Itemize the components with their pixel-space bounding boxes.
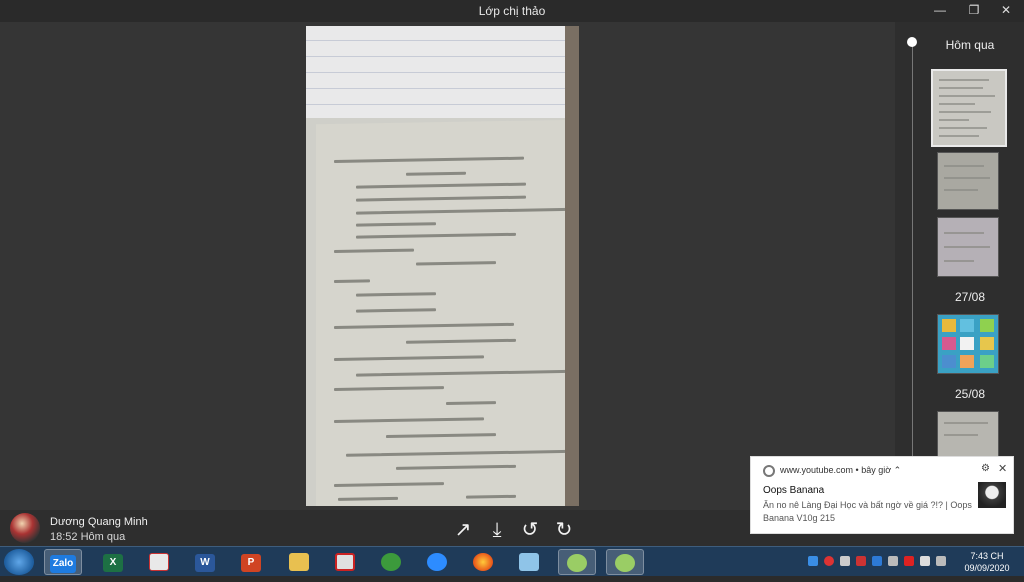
- gear-icon[interactable]: ⚙: [981, 463, 990, 474]
- unikey-tray-icon[interactable]: [904, 556, 914, 566]
- windows-start-icon[interactable]: [4, 549, 34, 575]
- zalo-tray-icon[interactable]: [808, 556, 818, 566]
- rotate-left-icon[interactable]: ↺: [518, 518, 542, 542]
- window-title: Lớp chị thảo: [478, 4, 546, 18]
- system-tray: [806, 553, 952, 571]
- taskbar-app-zalo[interactable]: Zalo: [44, 549, 82, 575]
- restore-icon[interactable]: ❐: [958, 0, 990, 22]
- group-label-yesterday: Hôm qua: [945, 38, 995, 52]
- printer-tray-icon[interactable]: [920, 556, 930, 566]
- thumbnail-item[interactable]: [937, 314, 999, 374]
- taskbar-app-paint[interactable]: [140, 549, 178, 575]
- photo-image[interactable]: [306, 26, 579, 506]
- taskbar-app-zoom[interactable]: [418, 549, 456, 575]
- notification-body: Ăn no nê Làng Đại Học và bất ngờ về giá …: [763, 500, 972, 523]
- clock-date: 09/09/2020: [964, 563, 1010, 573]
- avatar[interactable]: [10, 513, 40, 543]
- thumbnail-item[interactable]: [937, 411, 999, 461]
- taskbar-app-geogebra[interactable]: [558, 549, 596, 575]
- thumbnail-item[interactable]: [937, 152, 999, 210]
- rotate-right-icon[interactable]: ↻: [552, 518, 576, 542]
- timeline-marker: [907, 37, 917, 47]
- notification-title: Oops Banana: [763, 485, 825, 496]
- taskbar-app-notepad[interactable]: [510, 549, 548, 575]
- volume-tray-icon[interactable]: [936, 556, 946, 566]
- clock-time: 7:43 CH: [970, 551, 1004, 561]
- taskbar-app-firefox[interactable]: [464, 549, 502, 575]
- taskbar-app-green[interactable]: [372, 549, 410, 575]
- app-tray-icon[interactable]: [888, 556, 898, 566]
- textbook-page: [316, 119, 579, 506]
- sender-name: Dương Quang Minh: [50, 516, 148, 528]
- app-tray-icon[interactable]: [856, 556, 866, 566]
- chrome-icon: [763, 465, 775, 477]
- thumbnail-item[interactable]: [937, 217, 999, 277]
- close-icon[interactable]: ✕: [990, 0, 1022, 22]
- close-icon[interactable]: ✕: [998, 462, 1007, 475]
- taskbar-app-powerpoint[interactable]: P: [232, 549, 270, 575]
- notification-image: [978, 482, 1006, 508]
- network-tray-icon[interactable]: [840, 556, 850, 566]
- taskbar-app-word[interactable]: W: [186, 549, 224, 575]
- thumbnail-item[interactable]: [931, 69, 1007, 147]
- photo-viewer-window: Lớp chị thảo — ❐ ✕ Dương Quang Minh 18:5…: [0, 0, 1024, 546]
- sent-time: 18:52 Hôm qua: [50, 531, 126, 543]
- share-icon[interactable]: ↗: [451, 518, 475, 542]
- download-icon[interactable]: ⤓: [485, 518, 509, 542]
- taskbar-clock[interactable]: 7:43 CH 09/09/2020: [956, 550, 1018, 574]
- taskbar: Zalo X W P 7:43 CH 09/09/2020: [0, 546, 1024, 576]
- minimize-icon[interactable]: —: [924, 0, 956, 22]
- timeline-track: [907, 37, 917, 512]
- group-label-25-08: 25/08: [954, 387, 986, 401]
- title-bar: Lớp chị thảo — ❐ ✕: [0, 0, 1024, 22]
- taskbar-app-excel[interactable]: X: [94, 549, 132, 575]
- group-label-27-08: 27/08: [954, 290, 986, 304]
- taskbar-app-red[interactable]: [326, 549, 364, 575]
- photo-background-edge: [565, 26, 579, 506]
- image-stage: [0, 22, 895, 510]
- taskbar-app-file-explorer[interactable]: [280, 549, 318, 575]
- opera-tray-icon[interactable]: [824, 556, 834, 566]
- notification-toast[interactable]: www.youtube.com • bây giờ ⌃ ⚙ ✕ Oops Ban…: [750, 456, 1014, 534]
- notebook-sheet: [306, 26, 579, 118]
- taskbar-app-geogebra-2[interactable]: [606, 549, 644, 575]
- notification-source: www.youtube.com • bây giờ ⌃: [780, 465, 902, 475]
- app-tray-icon[interactable]: [872, 556, 882, 566]
